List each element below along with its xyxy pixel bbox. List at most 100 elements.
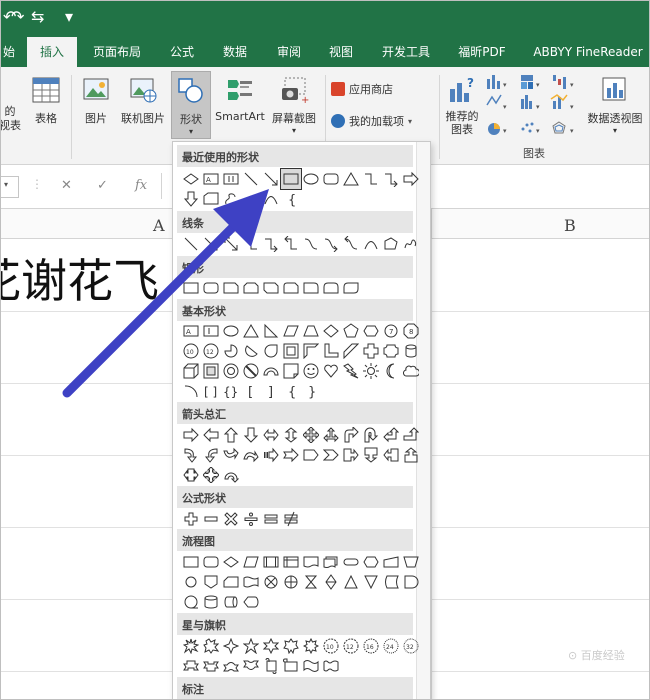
vertical-scroll-shape-icon[interactable] [261,656,281,676]
parallelogram-shape-icon[interactable] [281,321,301,341]
pie-shape-icon[interactable] [221,341,241,361]
plaque-shape-icon[interactable] [381,341,401,361]
elbow-arrow-connector-shape-icon[interactable] [261,234,281,254]
flowchart-multidocument-icon[interactable] [321,552,341,572]
explosion-2-shape-icon[interactable] [201,636,221,656]
name-box-dropdown-icon[interactable]: ▾ [4,180,8,189]
vertical-textbox-shape-icon[interactable] [221,169,241,189]
heart-shape-icon[interactable] [321,361,341,381]
snip-diagonal-rectangle-shape-icon[interactable] [261,278,281,298]
striped-right-arrow-shape-icon[interactable] [261,445,281,465]
elbow-double-arrow-connector-shape-icon[interactable] [281,234,301,254]
rectangle-shape-icon[interactable] [280,168,302,190]
recommended-charts-button[interactable]: ? 推荐的 图表 [443,75,481,136]
tab-review[interactable]: 审阅 [267,37,311,67]
flowchart-predefined-process-icon[interactable] [261,552,281,572]
flowchart-alternate-process-icon[interactable] [201,552,221,572]
decagon-shape-icon[interactable]: 10 [181,341,201,361]
snip-rectangle-shape-icon[interactable] [201,189,221,209]
flowchart-offpage-connector-icon[interactable] [201,572,221,592]
heptagon-shape-icon[interactable]: 7 [381,321,401,341]
freeform-shape-icon[interactable] [221,189,241,209]
panel-scrollbar[interactable] [416,142,430,699]
flowchart-display-icon[interactable] [241,592,261,612]
minus-sign-shape-icon[interactable] [201,509,221,529]
enter-icon[interactable]: ✓ [97,178,108,193]
flowchart-delay-icon[interactable] [401,572,421,592]
name-box[interactable]: ▾ [1,176,19,198]
screenshot-button[interactable]: + 屏幕截图 ▾ [267,75,321,135]
triangle-shape-icon[interactable] [341,169,361,189]
left-right-up-arrow-shape-icon[interactable] [321,425,341,445]
tab-view[interactable]: 视图 [319,37,363,67]
flowchart-terminator-icon[interactable] [341,552,361,572]
curved-up-arrow-shape-icon[interactable] [221,445,241,465]
smartart-button[interactable]: SmartArt [213,75,267,123]
chevron-shape-icon[interactable] [321,445,341,465]
arrow-line-shape-icon[interactable] [261,169,281,189]
column-header-a[interactable]: A [153,216,165,235]
left-right-arrow-callout-shape-icon[interactable] [181,465,201,485]
insert-function-button[interactable]: fx [135,178,147,193]
round-single-corner-rectangle-shape-icon[interactable] [301,278,321,298]
pivot-table-button[interactable]: 的 视表 [1,105,23,133]
ribbon-down-shape-icon[interactable] [201,656,221,676]
arrow-line-shape-icon[interactable] [201,234,221,254]
flowchart-manual-input-icon[interactable] [381,552,401,572]
shapes-button[interactable]: 形状 ▾ [171,71,211,139]
customize-quick-access-icon[interactable]: ▾ [65,7,73,26]
explosion-1-shape-icon[interactable] [181,636,201,656]
double-wave-shape-icon[interactable] [321,656,341,676]
bevel-shape-icon[interactable] [201,361,221,381]
star-32-point-shape-icon[interactable]: 32 [401,636,421,656]
curved-double-arrow-connector-shape-icon[interactable] [341,234,361,254]
equal-sign-shape-icon[interactable] [261,509,281,529]
tab-insert[interactable]: 插入 [27,37,77,68]
scribble-shape-icon[interactable] [401,234,421,254]
star-16-point-shape-icon[interactable]: 16 [361,636,381,656]
table-button[interactable]: 表格 [29,75,63,126]
line-shape-icon[interactable] [181,234,201,254]
tab-formulas[interactable]: 公式 [161,37,203,67]
plus-sign-shape-icon[interactable] [181,509,201,529]
diamond-shape-icon[interactable] [321,321,341,341]
teardrop-shape-icon[interactable] [261,341,281,361]
star-6-point-shape-icon[interactable] [261,636,281,656]
star-24-point-shape-icon[interactable]: 24 [381,636,401,656]
trapezoid-shape-icon[interactable] [301,321,321,341]
bent-arrow-shape-icon[interactable] [341,425,361,445]
sun-shape-icon[interactable] [361,361,381,381]
plus-shape-icon[interactable] [361,341,381,361]
up-arrow-shape-icon[interactable] [221,425,241,445]
wave-shape-icon[interactable] [301,656,321,676]
double-brace-shape-icon[interactable]: {} [221,381,241,401]
flowchart-connector-icon[interactable] [181,572,201,592]
cancel-icon[interactable]: ✕ [61,178,72,193]
tab-abbyy[interactable]: ABBYY FineReader [529,37,647,67]
snip-single-corner-rectangle-shape-icon[interactable] [221,278,241,298]
quad-arrow-callout-shape-icon[interactable] [201,465,221,485]
can-shape-icon[interactable] [401,341,421,361]
rounded-rectangle-shape-icon[interactable] [201,278,221,298]
double-arrow-line-shape-icon[interactable] [221,234,241,254]
tab-developer[interactable]: 开发工具 [373,37,439,67]
moon-shape-icon[interactable] [381,361,401,381]
division-sign-shape-icon[interactable] [241,509,261,529]
right-triangle-shape-icon[interactable] [261,321,281,341]
pentagon-arrow-shape-icon[interactable] [301,445,321,465]
column-header-b[interactable]: B [564,216,576,235]
flowchart-internal-storage-icon[interactable] [281,552,301,572]
star-7-point-shape-icon[interactable] [281,636,301,656]
dodecagon-shape-icon[interactable]: 12 [201,341,221,361]
left-up-arrow-shape-icon[interactable] [381,425,401,445]
elbow-connector-shape-icon[interactable] [241,234,261,254]
down-arrow-shape-icon[interactable] [241,425,261,445]
elbow-connector-shape-icon[interactable] [361,169,381,189]
flowchart-process-icon[interactable] [181,552,201,572]
folded-corner-shape-icon[interactable] [281,361,301,381]
curved-arrow-connector-shape-icon[interactable] [321,234,341,254]
tab-foxit-pdf[interactable]: 福昕PDF [449,37,515,67]
star-5-point-shape-icon[interactable] [241,636,261,656]
line-shape-icon[interactable] [241,169,261,189]
flowchart-sort-icon[interactable] [321,572,341,592]
